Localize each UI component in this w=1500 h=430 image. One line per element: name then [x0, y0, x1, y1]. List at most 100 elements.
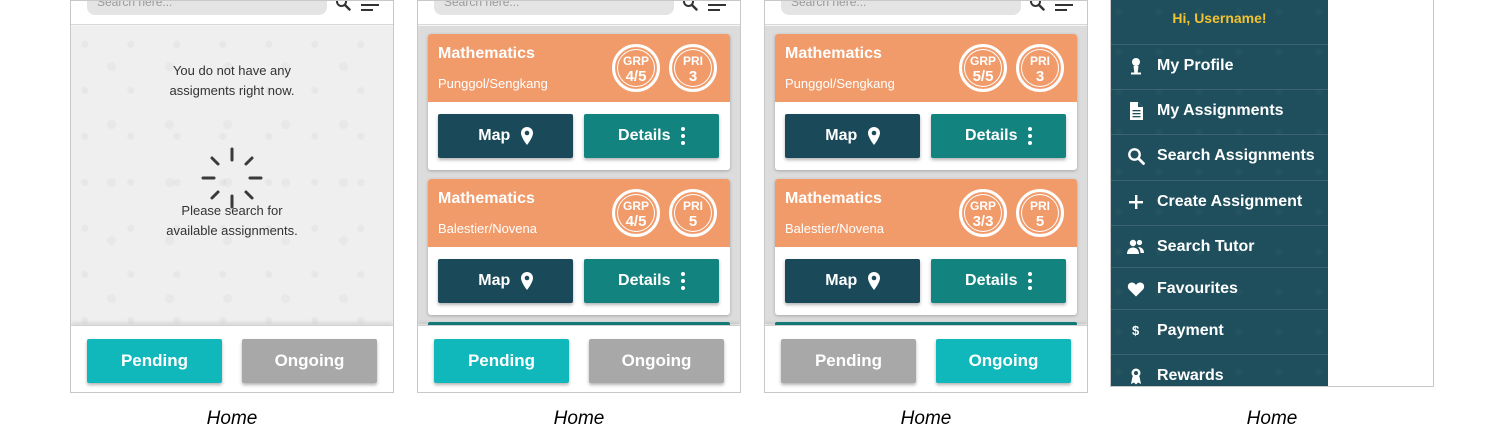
person-icon — [1131, 58, 1141, 75]
group-badge-value: 4/5 — [625, 68, 647, 85]
group-badge-value: 3/3 — [972, 213, 994, 230]
drawer-item-label: Rewards — [1157, 367, 1224, 384]
drawer-item-label: Search Tutor — [1157, 238, 1255, 255]
card-area: Balestier/Novena — [438, 221, 537, 236]
details-button[interactable]: Details — [584, 114, 719, 158]
home-screen-drawer-open: Hi, Username! My Profile My Assignments … — [1110, 0, 1434, 387]
people-icon — [1127, 239, 1144, 254]
primary-badge-value: 5 — [688, 213, 698, 230]
details-button-label: Details — [965, 126, 1018, 144]
group-badge: GRP 5/5 — [959, 44, 1007, 92]
filter-menu-icon[interactable] — [708, 0, 726, 11]
primary-badge-label: PRI — [1029, 199, 1050, 213]
primary-level-badge: PRI 3 — [669, 44, 717, 92]
drawer-item-rewards[interactable]: Rewards — [1111, 354, 1328, 386]
map-button[interactable]: Map — [438, 114, 573, 158]
document-icon — [1130, 102, 1143, 120]
more-vertical-icon — [1027, 271, 1032, 290]
group-badge-label: GRP — [969, 199, 996, 213]
drawer-item-my-assignments[interactable]: My Assignments — [1111, 89, 1328, 131]
group-badge: GRP 4/5 — [612, 44, 660, 92]
assignment-card[interactable]: Mathematics Punggol/Sengkang GRP 5/5 PRI… — [775, 34, 1077, 170]
primary-level-badge: PRI 5 — [1016, 189, 1064, 237]
details-button[interactable]: Details — [584, 259, 719, 303]
group-badge: GRP 4/5 — [612, 189, 660, 237]
card-area: Balestier/Novena — [785, 221, 884, 236]
bottom-tab-bar: Pending Ongoing — [418, 325, 740, 392]
bottom-tab-bar: Pending Ongoing — [71, 325, 393, 392]
tab-pending[interactable]: Pending — [434, 339, 569, 383]
primary-level-badge: PRI 3 — [1016, 44, 1064, 92]
primary-badge-value: 5 — [1035, 213, 1045, 230]
group-badge: GRP 3/3 — [959, 189, 1007, 237]
map-button-label: Map — [825, 126, 858, 144]
card-subject: Mathematics — [438, 45, 535, 62]
search-icon — [1128, 148, 1145, 165]
drawer-item-my-profile[interactable]: My Profile — [1111, 44, 1328, 86]
search-hint: Please search for available assignments. — [166, 203, 298, 238]
bottom-tab-bar: Pending Ongoing — [765, 325, 1087, 392]
drawer-item-search-tutor[interactable]: Search Tutor — [1111, 225, 1328, 267]
card-subject: Mathematics — [785, 190, 882, 207]
search-input[interactable]: Search here... — [434, 1, 674, 15]
home-screen-empty: Search here... You do not have any assig… — [70, 0, 394, 393]
primary-badge-label: PRI — [682, 199, 703, 213]
drawer-item-search-assignments[interactable]: Search Assignments — [1111, 134, 1328, 176]
details-button-label: Details — [618, 126, 671, 144]
home-screen-ongoing: Search here... Mathematics Punggol/Sengk… — [764, 0, 1088, 393]
details-button-label: Details — [618, 271, 671, 289]
tab-pending[interactable]: Pending — [87, 339, 222, 383]
primary-badge-label: PRI — [682, 54, 703, 68]
home-screen-pending: Search here... Mathematics Punggol/Sengk… — [417, 0, 741, 393]
card-header: Mathematics Punggol/Sengkang GRP 5/5 PRI… — [775, 34, 1077, 102]
ribbon-icon — [1131, 368, 1141, 385]
assignment-card[interactable]: Mathematics Balestier/Novena GRP 4/5 PRI… — [428, 179, 730, 315]
card-header: Mathematics Balestier/Novena GRP 3/3 PRI… — [775, 179, 1077, 247]
drawer-item-label: Create Assignment — [1157, 193, 1303, 210]
tab-ongoing[interactable]: Ongoing — [242, 339, 377, 383]
details-button[interactable]: Details — [931, 114, 1066, 158]
assignment-card[interactable]: Mathematics Balestier/Novena GRP 3/3 PRI… — [775, 179, 1077, 315]
drawer-item-create-assignment[interactable]: Create Assignment — [1111, 180, 1328, 222]
details-button[interactable]: Details — [931, 259, 1066, 303]
caption-screen-3: Home — [900, 408, 952, 429]
caption-screen-1: Home — [206, 408, 258, 429]
group-badge-label: GRP — [622, 54, 649, 68]
tab-ongoing[interactable]: Ongoing — [589, 339, 724, 383]
drawer-item-label: My Profile — [1157, 57, 1234, 74]
group-badge-label: GRP — [622, 199, 649, 213]
search-icon[interactable] — [1029, 0, 1045, 11]
drawer-item-favourites[interactable]: Favourites — [1111, 267, 1328, 309]
assignment-card[interactable]: Mathematics Punggol/Sengkang GRP 4/5 PRI… — [428, 34, 730, 170]
search-input[interactable]: Search here... — [87, 1, 327, 15]
map-button[interactable]: Map — [785, 259, 920, 303]
drawer-item-label: My Assignments — [1157, 102, 1284, 119]
drawer-item-label: Search Assignments — [1157, 147, 1315, 164]
tab-ongoing[interactable]: Ongoing — [936, 339, 1071, 383]
search-input[interactable]: Search here... — [781, 1, 1021, 15]
tab-pending[interactable]: Pending — [781, 339, 916, 383]
filter-menu-icon[interactable] — [361, 0, 379, 11]
map-button-label: Map — [825, 271, 858, 289]
location-pin-icon — [520, 271, 533, 290]
search-icon[interactable] — [682, 0, 698, 11]
search-icon[interactable] — [335, 0, 351, 11]
primary-badge-value: 3 — [1035, 68, 1045, 85]
card-area: Punggol/Sengkang — [785, 76, 895, 91]
drawer-item-label: Favourites — [1157, 280, 1238, 297]
filter-menu-icon[interactable] — [1055, 0, 1073, 11]
map-button[interactable]: Map — [785, 114, 920, 158]
assignment-list: Mathematics Punggol/Sengkang GRP 4/5 PRI… — [418, 26, 740, 328]
user-greeting: Hi, Username! — [1172, 10, 1267, 26]
drawer-item-payment[interactable]: $ Payment — [1111, 309, 1328, 351]
search-bar: Search here... — [418, 1, 740, 25]
group-badge-value: 4/5 — [625, 213, 647, 230]
heart-icon — [1127, 282, 1145, 297]
location-pin-icon — [867, 126, 880, 145]
primary-level-badge: PRI 5 — [669, 189, 717, 237]
search-bar: Search here... — [71, 1, 393, 25]
map-button[interactable]: Map — [438, 259, 573, 303]
search-bar: Search here... — [765, 1, 1087, 25]
primary-badge-value: 3 — [688, 68, 698, 85]
map-button-label: Map — [478, 126, 511, 144]
